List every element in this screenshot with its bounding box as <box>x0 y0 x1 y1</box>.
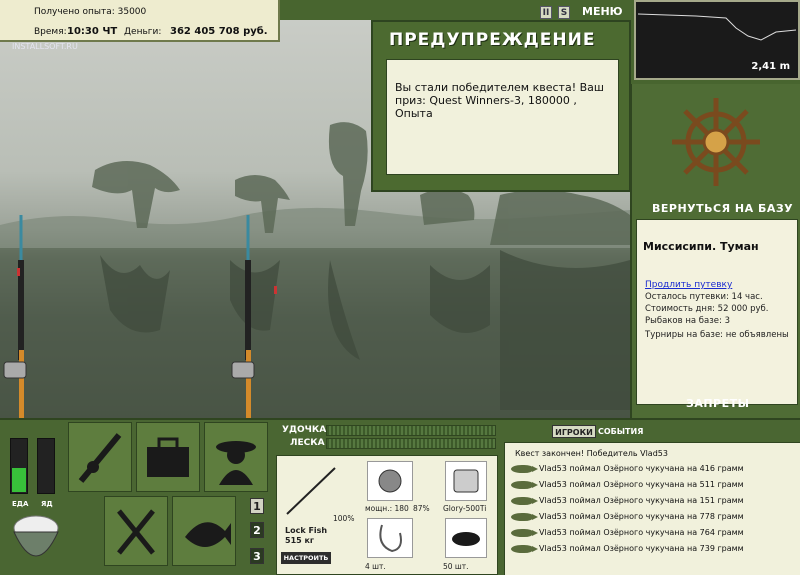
money-label: Деньги: <box>124 27 162 37</box>
fish-icon <box>511 512 538 521</box>
hooks-count: 4 шт. <box>365 562 386 571</box>
fish-icon <box>511 544 538 553</box>
bait-count: 50 шт. <box>443 562 469 571</box>
slot-3-button[interactable]: 3 <box>250 548 264 564</box>
slot-2-button[interactable]: 2 <box>250 522 264 538</box>
tackle-panel: 100% Lock Fish 515 кг НАСТРОИТЬ мощн.: 1… <box>276 455 498 575</box>
line-name: Glory-500Ti <box>443 504 487 513</box>
money-value: 362 405 708 руб. <box>170 26 268 37</box>
reel-slot[interactable] <box>367 461 413 501</box>
pause-button[interactable]: II <box>540 6 552 19</box>
anglers-count: Рыбаков на базе: 3 <box>645 316 730 326</box>
watermark: INSTALLSOFT.RU <box>12 42 78 51</box>
rod-name: Lock Fish <box>285 526 328 535</box>
food-meter-fill <box>12 467 26 492</box>
list-item: Vlad53 поймал Озёрного чукучана на 151 г… <box>511 496 744 505</box>
list-item: Vlad53 поймал Озёрного чукучана на 764 г… <box>511 528 744 537</box>
warning-message: Вы стали победителем квеста! Ваш приз: Q… <box>386 59 619 175</box>
fish-icon <box>511 528 538 537</box>
eat-button[interactable] <box>104 496 168 566</box>
list-item: Vlad53 поймал Озёрного чукучана на 511 г… <box>511 480 744 489</box>
extend-permit-link[interactable]: Продлить путевку <box>645 280 732 290</box>
permit-remaining: Осталось путевки: 14 час. <box>645 292 763 302</box>
rod-bar-label: УДОЧКА <box>282 425 327 435</box>
fish-keepnet-button[interactable] <box>172 496 236 566</box>
hook-icon <box>379 524 402 553</box>
poison-label: ЯД <box>41 500 53 508</box>
line-bar-label: ЛЕСКА <box>290 438 325 448</box>
setup-button[interactable]: НАСТРОИТЬ <box>281 552 331 564</box>
food-meter <box>10 438 28 494</box>
bait-slot[interactable] <box>445 518 487 558</box>
time-label: Время: <box>34 27 67 37</box>
hook-slot[interactable] <box>367 518 413 558</box>
line-spool-icon <box>453 469 479 493</box>
food-label: ЕДА <box>12 500 29 508</box>
line-tension-bar <box>326 438 496 449</box>
rod-condition: 100% <box>333 514 355 523</box>
base-panel: ВЕРНУТЬСЯ НА БАЗУ Миссисипи. Туман Продл… <box>630 84 800 418</box>
rod-tool-button[interactable] <box>68 422 132 492</box>
tab-players[interactable]: ИГРОКИ <box>552 425 596 438</box>
fish-icon <box>185 522 231 547</box>
sound-button[interactable]: S <box>558 6 570 19</box>
time-value: 10:30 ЧТ <box>67 26 118 37</box>
depth-value: 2,41 m <box>751 61 790 72</box>
warning-dialog: ПРЕДУПРЕЖДЕНИЕ Вы стали победителем квес… <box>371 20 631 192</box>
menu-button[interactable]: МЕНЮ <box>582 5 623 18</box>
list-item: Vlad53 поймал Озёрного чукучана на 778 г… <box>511 512 744 521</box>
return-to-base-button[interactable]: ВЕРНУТЬСЯ НА БАЗУ <box>652 202 793 215</box>
list-item: Vlad53 поймал Озёрного чукучана на 416 г… <box>511 464 744 473</box>
player-stats-panel: Получено опыта: 35000 Время: 10:30 ЧТ Де… <box>0 0 280 42</box>
poison-meter <box>37 438 55 494</box>
reel-condition: 87% <box>413 504 430 513</box>
ship-wheel-icon[interactable] <box>668 94 764 190</box>
tab-events[interactable]: СОБЫТИЯ <box>598 425 643 438</box>
reel-power: мощн.: 180 <box>365 504 409 513</box>
fisherman-button[interactable] <box>204 422 268 492</box>
list-item: Vlad53 поймал Озёрного чукучана на 739 г… <box>511 544 744 553</box>
fish-icon <box>511 480 538 489</box>
reel-icon <box>378 469 402 493</box>
xp-value: 35000 <box>117 7 147 17</box>
game-screen: INSTALLSOFT.RU Получено опыта: 35000 Вре… <box>0 0 800 575</box>
warning-title: ПРЕДУПРЕЖДЕНИЕ <box>389 30 596 50</box>
rod-weight: 515 кг <box>285 536 315 545</box>
food-pot-icon[interactable] <box>8 510 64 572</box>
xp-label: Получено опыта: 35000 <box>34 7 147 17</box>
bait-mussel-icon <box>452 532 480 546</box>
tournaments-info: Турниры на базе: не объявлены <box>645 330 789 340</box>
rod-thumbnail-icon[interactable] <box>283 462 339 518</box>
events-log: Квест закончен! Победитель Vlad53 Vlad53… <box>504 442 800 575</box>
slot-1-button[interactable]: 1 <box>250 498 264 514</box>
line-slot[interactable] <box>445 461 487 501</box>
bans-button[interactable]: ЗАПРЕТЫ <box>686 397 750 410</box>
depth-chart: 2,41 m <box>634 0 800 80</box>
fork-knife-icon <box>117 509 155 555</box>
location-name: Миссисипи. Туман <box>643 240 759 253</box>
rod-tension-bar <box>326 425 496 436</box>
fisherman-icon <box>216 441 256 485</box>
tackle-box-button[interactable] <box>136 422 200 492</box>
fish-icon <box>511 464 538 473</box>
location-info: Миссисипи. Туман Продлить путевку Остало… <box>636 219 798 405</box>
tackle-box-icon <box>147 437 189 477</box>
fish-icon <box>511 496 538 505</box>
fishing-rod-icon <box>78 433 122 483</box>
day-cost: Стоимость дня: 52 000 руб. <box>645 304 769 314</box>
quest-finished-message: Квест закончен! Победитель Vlad53 <box>515 449 668 458</box>
